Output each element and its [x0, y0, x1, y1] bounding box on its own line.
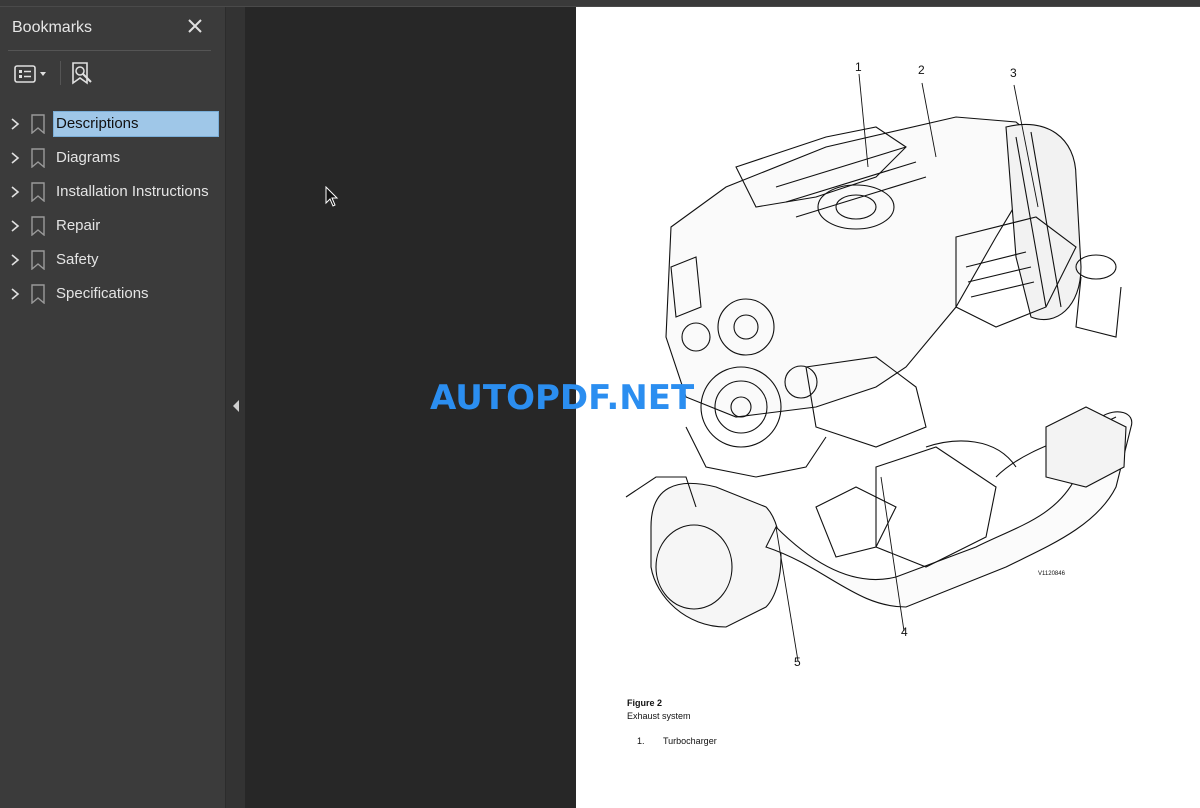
bookmark-list: Descriptions Diagrams Installation Instr… [0, 107, 225, 311]
toolbar-separator [60, 61, 61, 85]
chevron-right-icon[interactable] [8, 251, 22, 269]
bookmark-descriptions[interactable]: Descriptions [0, 107, 225, 141]
chevron-right-icon[interactable] [8, 217, 22, 235]
mouse-cursor-icon [325, 186, 339, 207]
bookmark-label: Safety [56, 251, 99, 268]
figure-caption: Exhaust system [627, 711, 691, 721]
bookmark-specifications[interactable]: Specifications [0, 277, 225, 311]
top-bar [0, 0, 1200, 7]
bookmark-installation-instructions[interactable]: Installation Instructions [0, 175, 225, 209]
bookmark-icon [30, 182, 46, 203]
callout-3: 3 [1010, 66, 1017, 80]
chevron-right-icon[interactable] [8, 285, 22, 303]
chevron-right-icon[interactable] [8, 183, 22, 201]
chevron-right-icon[interactable] [8, 149, 22, 167]
bookmark-icon [30, 148, 46, 169]
list-options-icon [14, 65, 46, 83]
options-menu-button[interactable] [10, 59, 50, 89]
legend-text: Turbocharger [663, 736, 717, 746]
bookmark-icon [30, 284, 46, 305]
panel-collapse-strip[interactable] [225, 7, 245, 808]
collapse-panel-icon[interactable] [231, 399, 241, 413]
panel-title: Bookmarks [12, 19, 93, 36]
bookmark-label: Descriptions [53, 111, 219, 137]
figure-title: Figure 2 [627, 698, 663, 708]
callout-4: 4 [901, 625, 908, 639]
bookmarks-toolbar [8, 57, 211, 91]
bookmark-icon [30, 250, 46, 271]
callout-5: 5 [794, 655, 801, 669]
bookmark-label: Diagrams [56, 149, 121, 166]
image-code: V1120846 [1038, 571, 1065, 577]
find-current-bookmark-icon [72, 62, 92, 85]
callout-1: 1 [855, 60, 862, 74]
bookmark-icon [30, 216, 46, 237]
legend-number: 1. [637, 736, 645, 746]
bookmark-safety[interactable]: Safety [0, 243, 225, 277]
callout-2: 2 [918, 63, 925, 77]
bookmark-diagrams[interactable]: Diagrams [0, 141, 225, 175]
bookmark-label: Installation Instructions [56, 183, 209, 200]
find-current-bookmark-button[interactable] [68, 59, 96, 89]
bookmarks-panel: Bookmarks Descriptions Diagrams Installa… [0, 7, 225, 808]
bookmark-label: Repair [56, 217, 101, 234]
bookmark-repair[interactable]: Repair [0, 209, 225, 243]
panel-divider [8, 50, 211, 51]
close-icon[interactable] [184, 15, 206, 37]
bookmark-icon [30, 114, 46, 135]
watermark: AUTOPDF.NET [430, 378, 695, 418]
bookmark-label: Specifications [56, 285, 149, 302]
chevron-right-icon[interactable] [8, 115, 22, 133]
